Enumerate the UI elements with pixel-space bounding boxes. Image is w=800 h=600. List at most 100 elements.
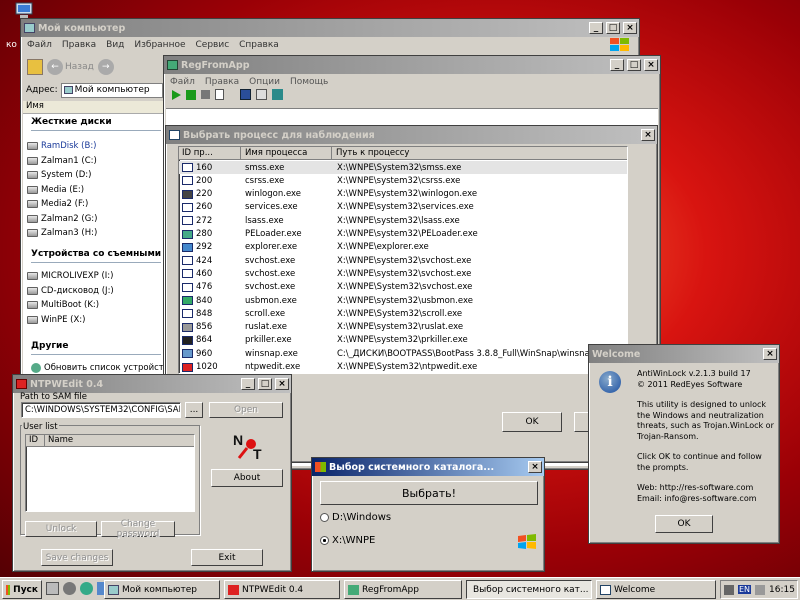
change-password-button[interactable]: Change password — [101, 519, 175, 539]
browse-button[interactable]: ... — [185, 402, 203, 418]
process-row[interactable]: 160 smss.exe X:\WNPE\System32\smss.exe — [179, 161, 627, 174]
start-button[interactable]: Пуск — [2, 580, 42, 599]
drive-item[interactable]: Zalman3 (H:) — [27, 228, 97, 238]
column-header-name[interactable]: Имя процесса — [242, 147, 332, 160]
process-row[interactable]: 864 prkiller.exe X:\WNPE\system32\prkiller… — [179, 334, 627, 347]
regfromapp-titlebar[interactable]: RegFromApp _ □ × — [164, 56, 660, 74]
save-icon[interactable] — [240, 89, 251, 100]
menu-item[interactable]: Файл — [170, 77, 195, 87]
drive-item[interactable]: CD-дисковод (J:) — [27, 286, 114, 296]
process-row[interactable]: 272 lsass.exe X:\WNPE\system32\lsass.exe — [179, 214, 627, 227]
minimize-button[interactable]: _ — [241, 378, 255, 390]
clock[interactable]: 16:15 — [769, 585, 795, 595]
save-changes-button[interactable]: Save changes — [41, 549, 113, 566]
up-folder-icon[interactable] — [27, 59, 43, 75]
minimize-button[interactable]: _ — [589, 22, 603, 34]
radio-button[interactable] — [320, 513, 329, 522]
column-header-pid[interactable]: ID пр... — [179, 147, 241, 160]
catalog-titlebar[interactable]: Выбор системного каталога... × — [312, 458, 544, 476]
gear-icon[interactable] — [63, 582, 76, 595]
open-button[interactable]: Open — [209, 402, 283, 418]
process-row[interactable]: 292 explorer.exe X:\WNPE\explorer.exe — [179, 241, 627, 254]
process-row[interactable]: 220 winlogon.exe X:\WNPE\system32\winlogon… — [179, 188, 627, 201]
catalog-option-d[interactable]: D:\Windows — [320, 512, 391, 523]
copy-icon[interactable] — [256, 89, 267, 100]
drive-item[interactable]: Media2 (F:) — [27, 199, 88, 209]
process-row[interactable]: 280 PELoader.exe X:\WNPE\system32\PELoader… — [179, 228, 627, 241]
process-row[interactable]: 200 csrss.exe X:\WNPE\system32\csrss.exe — [179, 174, 627, 187]
new-document-icon[interactable] — [215, 89, 224, 100]
menu-item[interactable]: Помощь — [290, 77, 328, 87]
close-button[interactable]: × — [275, 378, 289, 390]
minimize-button[interactable]: _ — [610, 59, 624, 71]
drive-item[interactable]: Zalman2 (G:) — [27, 214, 97, 224]
drive-item[interactable]: System (D:) — [27, 170, 91, 180]
column-header-name[interactable]: Name — [48, 435, 73, 445]
menu-item[interactable]: Сервис — [196, 40, 230, 50]
close-button[interactable]: × — [528, 461, 542, 473]
menu-item[interactable]: Файл — [27, 40, 52, 50]
drive-item[interactable]: Zalman1 (C:) — [27, 156, 97, 166]
sam-path-field[interactable]: C:\WINDOWS\SYSTEM32\CONFIG\SAM — [21, 402, 181, 418]
maximize-button[interactable]: □ — [606, 22, 620, 34]
close-button[interactable]: × — [641, 129, 655, 141]
exit-button[interactable]: Exit — [191, 549, 263, 566]
refresh-devices-item[interactable]: Обновить список устройств — [31, 363, 169, 373]
refresh-icon[interactable] — [80, 582, 93, 595]
address-field[interactable]: Мой компьютер — [60, 82, 163, 98]
close-button[interactable]: × — [644, 59, 658, 71]
column-header-name[interactable]: Имя — [23, 101, 165, 114]
column-header-path[interactable]: Путь к процессу — [333, 147, 627, 160]
task-ntpwedit[interactable]: NTPWEdit 0.4 — [224, 580, 340, 599]
radio-button-selected[interactable] — [320, 536, 329, 545]
process-dialog-titlebar[interactable]: Выбрать процесс для наблюдения × — [166, 126, 657, 144]
process-row[interactable]: 424 svchost.exe X:\WNPE\system32\svchost.e… — [179, 254, 627, 267]
menu-item[interactable]: Правка — [205, 77, 239, 87]
play-icon[interactable] — [172, 89, 181, 100]
drive-item[interactable]: WinPE (X:) — [27, 315, 85, 325]
close-button[interactable]: × — [763, 348, 777, 360]
network-icon[interactable] — [724, 584, 734, 595]
language-indicator[interactable]: EN — [738, 585, 752, 594]
drive-item[interactable]: Media (E:) — [27, 185, 84, 195]
computer-icon[interactable] — [46, 582, 59, 595]
select-button[interactable]: Выбрать! — [320, 481, 538, 505]
catalog-option-x[interactable]: X:\WNPE — [320, 535, 375, 546]
volume-icon[interactable] — [755, 584, 766, 595]
welcome-titlebar[interactable]: Welcome × — [589, 345, 779, 363]
menu-item[interactable]: Вид — [106, 40, 124, 50]
process-row[interactable]: 856 ruslat.exe X:\WNPE\system32\ruslat.exe — [179, 321, 627, 334]
process-row[interactable]: 960 winsnap.exe C:\_ДИСКИ\BOOTPASS\BootPas… — [179, 347, 627, 360]
process-row[interactable]: 476 svchost.exe X:\WNPE\System32\svchost.e… — [179, 281, 627, 294]
task-welcome[interactable]: Welcome — [596, 580, 716, 599]
ok-button[interactable]: OK — [655, 515, 713, 533]
stop-icon[interactable] — [201, 90, 210, 99]
process-list[interactable]: ID пр... Имя процесса Путь к процессу 16… — [178, 146, 628, 374]
column-header-id[interactable]: ID — [29, 435, 38, 445]
process-row[interactable]: 840 usbmon.exe X:\WNPE\system32\usbmon.exe — [179, 294, 627, 307]
task-explorer[interactable]: Мой компьютер — [104, 580, 220, 599]
about-button[interactable]: About — [211, 469, 283, 487]
exit-icon[interactable] — [272, 89, 283, 100]
explorer-titlebar[interactable]: Мой компьютер _ □ × — [21, 19, 639, 37]
close-button[interactable]: × — [623, 22, 637, 34]
process-row[interactable]: 1020 ntpwedit.exe X:\WNPE\System32\ntpwedi… — [179, 361, 627, 374]
maximize-button[interactable]: □ — [258, 378, 272, 390]
maximize-button[interactable]: □ — [627, 59, 641, 71]
process-row[interactable]: 848 scroll.exe X:\WNPE\System32\scroll.exe — [179, 307, 627, 320]
drive-item[interactable]: RamDisk (B:) — [27, 141, 97, 151]
unlock-button[interactable]: Unlock — [25, 521, 97, 537]
ntpwedit-titlebar[interactable]: NTPWEdit 0.4 _ □ × — [13, 375, 291, 393]
drive-item[interactable]: MICROLIVEXP (I:) — [27, 271, 113, 281]
task-catalog[interactable]: Выбор системного кат... — [466, 580, 592, 599]
process-row[interactable]: 460 svchost.exe X:\WNPE\system32\svchost.e… — [179, 267, 627, 280]
task-regfromapp[interactable]: RegFromApp — [344, 580, 462, 599]
play-new-icon[interactable] — [186, 89, 196, 100]
forward-arrow-icon[interactable]: → — [97, 59, 114, 75]
menu-item[interactable]: Правка — [62, 40, 96, 50]
menu-item[interactable]: Опции — [249, 77, 280, 87]
ok-button[interactable]: OK — [502, 412, 562, 432]
user-list[interactable]: ID Name — [25, 434, 195, 512]
back-button[interactable]: ← Назад — [47, 59, 94, 75]
menu-item[interactable]: Избранное — [134, 40, 185, 50]
